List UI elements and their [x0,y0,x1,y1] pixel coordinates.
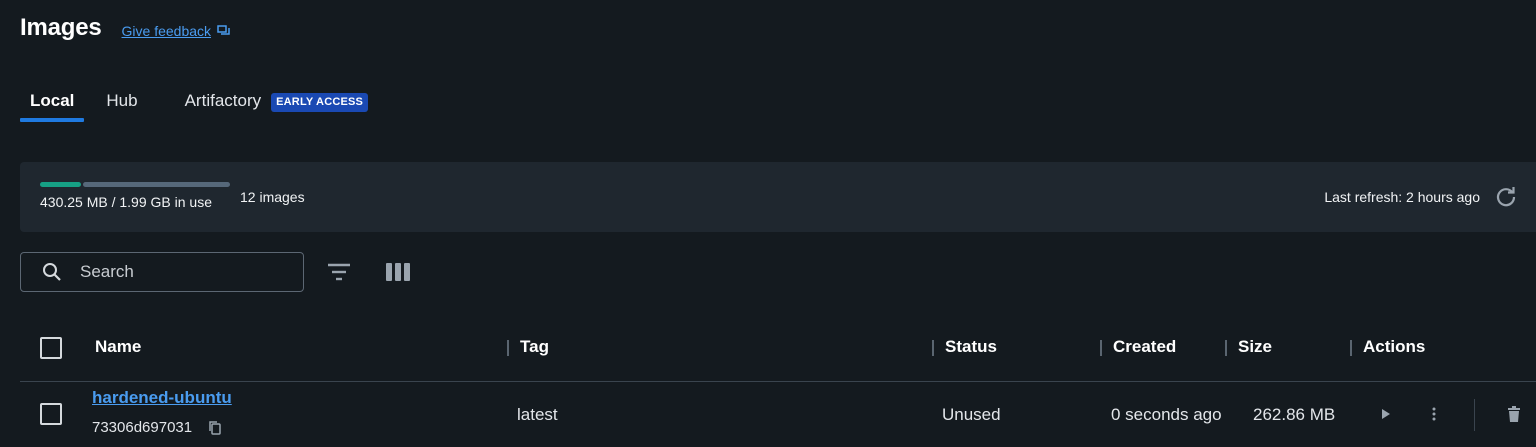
refresh-icon[interactable] [1494,185,1518,214]
column-divider[interactable] [1225,340,1227,356]
search-input[interactable] [80,262,280,282]
trash-icon[interactable] [1504,404,1524,424]
image-tag: latest [517,405,558,424]
select-all-checkbox[interactable] [40,337,62,359]
tab-bar: Local Hub Artifactory EARLY ACCESS [20,80,378,122]
column-header-actions: Actions [1363,337,1426,356]
disk-usage-panel: 430.25 MB / 1.99 GB in use 12 images Las… [20,162,1536,232]
give-feedback-link[interactable]: Give feedback [122,23,232,39]
images-count: 12 images [240,189,305,205]
image-name-link[interactable]: hardened-ubuntu [92,388,232,408]
last-refresh-text: Last refresh: 2 hours ago [1324,189,1480,205]
more-vertical-icon[interactable] [1424,404,1444,424]
tab-local[interactable]: Local [20,80,85,122]
column-header-name[interactable]: Name [95,337,141,357]
column-divider[interactable] [507,340,509,356]
tab-local-label: Local [30,91,75,110]
column-divider[interactable] [932,340,934,356]
filter-icon[interactable] [327,262,351,287]
image-created: 0 seconds ago [1111,405,1222,424]
columns-icon[interactable] [385,262,411,287]
column-divider[interactable] [1100,340,1102,356]
feedback-icon [217,24,230,35]
play-icon[interactable] [1376,404,1396,424]
image-status: Unused [942,405,1001,424]
table-header: Name Tag Status Created Size Actions [20,322,1536,382]
search-field[interactable] [20,252,304,292]
column-header-size[interactable]: Size [1238,337,1272,357]
column-header-status[interactable]: Status [945,337,997,357]
page-header: Images Give feedback [20,14,231,42]
tab-hub[interactable]: Hub [96,80,147,122]
image-id: 73306d697031 [92,419,193,436]
tab-hub-label: Hub [106,91,138,110]
disk-usage-free-segment [83,182,230,187]
disk-usage-meter [40,182,230,187]
early-access-badge: EARLY ACCESS [271,93,369,112]
disk-usage-used-segment [40,182,81,187]
copy-icon[interactable] [208,420,222,441]
column-header-tag[interactable]: Tag [520,337,549,357]
column-divider[interactable] [1350,340,1352,356]
tab-artifactory-label: Artifactory [184,91,262,110]
tab-artifactory[interactable]: Artifactory EARLY ACCESS [175,80,379,122]
page-title: Images [20,14,102,41]
table-row[interactable]: hardened-ubuntu 73306d697031 latest Unus… [20,382,1536,447]
actions-divider [1474,399,1475,431]
search-icon [42,262,62,282]
column-header-created[interactable]: Created [1113,337,1176,357]
give-feedback-label: Give feedback [121,22,212,39]
row-select-checkbox[interactable] [40,403,62,425]
disk-usage-text: 430.25 MB / 1.99 GB in use [40,194,212,210]
image-size: 262.86 MB [1253,405,1336,424]
